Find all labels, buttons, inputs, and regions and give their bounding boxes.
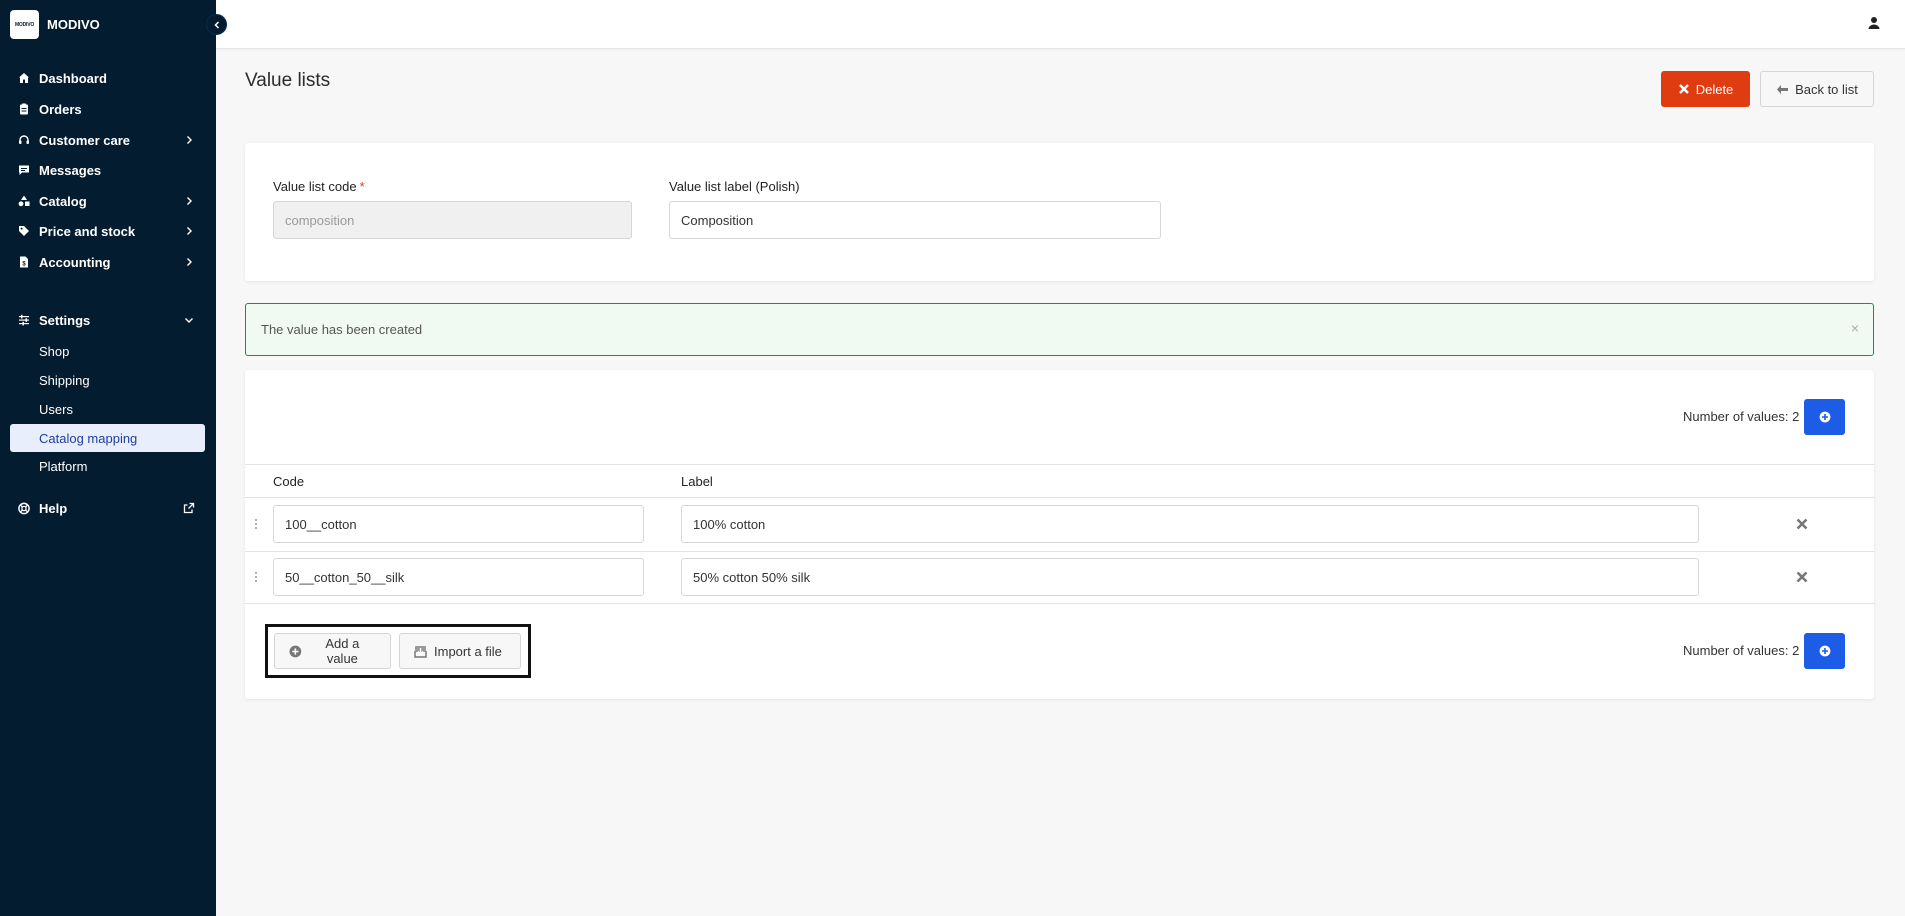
sidebar-subitem-shop[interactable]: Shop — [10, 337, 205, 365]
sidebar-item-label: Messages — [39, 162, 102, 178]
sidebar-item-label: Orders — [39, 101, 82, 117]
back-to-list-button[interactable]: Back to list — [1760, 71, 1874, 107]
sliders-icon — [18, 314, 30, 326]
home-icon — [18, 72, 30, 84]
close-icon — [1678, 84, 1689, 94]
value-label-input[interactable] — [681, 505, 1699, 543]
brand-logo: MODIVO — [10, 10, 39, 39]
value-list-code-input[interactable] — [273, 201, 632, 239]
sidebar-item-settings[interactable]: Settings — [10, 306, 205, 334]
add-value-button[interactable]: Add a value — [274, 633, 391, 669]
row-divider — [245, 551, 1874, 552]
sidebar-item-messages[interactable]: Messages — [10, 156, 205, 184]
add-value-icon-button-bottom[interactable] — [1804, 633, 1845, 669]
drag-handle-icon[interactable] — [253, 517, 259, 531]
chevron-right-icon — [183, 225, 195, 237]
invoice-icon: $ — [18, 256, 30, 268]
sidebar-item-label: Customer care — [39, 132, 131, 148]
brand-name: MODIVO — [47, 17, 100, 32]
chevron-down-icon — [183, 314, 195, 326]
tag-icon — [18, 225, 30, 237]
shapes-icon — [18, 195, 30, 207]
sidebar-item-price-and-stock[interactable]: Price and stock — [10, 217, 205, 245]
value-list-label-input[interactable] — [669, 201, 1161, 239]
column-header-code: Code — [273, 474, 305, 489]
sidebar-item-help[interactable]: Help — [10, 494, 205, 522]
remove-value-icon[interactable] — [1795, 570, 1809, 584]
delete-button-label: Delete — [1695, 81, 1734, 97]
sidebar-item-label: Dashboard — [39, 70, 107, 86]
column-header-label: Label — [681, 474, 713, 489]
alert-close-button[interactable]: × — [1851, 320, 1859, 336]
chevron-right-icon — [183, 256, 195, 268]
code-field-label-text: Value list code — [273, 179, 357, 194]
value-code-input[interactable] — [273, 558, 644, 596]
row-divider — [245, 603, 1874, 604]
brand[interactable]: MODIVO MODIVO — [10, 10, 100, 39]
sidebar-collapse-button[interactable] — [206, 14, 227, 35]
sidebar-item-accounting[interactable]: $ Accounting — [10, 248, 205, 276]
sidebar-item-orders[interactable]: Orders — [10, 95, 205, 123]
plus-circle-icon — [1819, 411, 1830, 423]
user-icon[interactable] — [1867, 16, 1881, 30]
sidebar-item-label: Catalog — [39, 193, 87, 209]
label-field-label: Value list label (Polish) — [669, 179, 800, 194]
sidebar-subitem-users[interactable]: Users — [10, 395, 205, 423]
alert-message: The value has been created — [261, 322, 423, 337]
values-count-bottom: Number of values: 2 — [1683, 643, 1800, 658]
chat-icon — [18, 164, 30, 176]
import-file-button[interactable]: Import a file — [399, 633, 521, 669]
sidebar-item-dashboard[interactable]: Dashboard — [10, 64, 205, 92]
sidebar-item-customer-care[interactable]: Customer care — [10, 126, 205, 154]
values-table-header: Code Label — [245, 464, 1874, 498]
success-alert: The value has been created × — [245, 303, 1874, 356]
add-value-icon-button-top[interactable] — [1804, 399, 1845, 435]
external-link-icon — [183, 502, 195, 514]
topbar — [216, 0, 1905, 49]
chevron-left-icon — [213, 20, 219, 29]
value-code-input[interactable] — [273, 505, 644, 543]
sidebar-item-label: Help — [39, 500, 68, 516]
plus-circle-icon — [1819, 645, 1830, 657]
clipboard-icon — [18, 103, 30, 115]
sidebar-subitem-catalog-mapping[interactable]: Catalog mapping — [10, 424, 205, 452]
delete-button[interactable]: Delete — [1661, 71, 1750, 107]
back-button-label: Back to list — [1795, 81, 1858, 97]
value-list-form-card: Value list code* Value list label (Polis… — [245, 143, 1874, 281]
value-label-input[interactable] — [681, 558, 1699, 596]
import-icon — [414, 645, 427, 658]
arrow-left-icon — [1777, 84, 1789, 94]
add-value-label: Add a value — [325, 636, 360, 666]
sidebar-item-label: Price and stock — [39, 223, 136, 239]
remove-value-icon[interactable] — [1795, 517, 1809, 531]
sidebar: MODIVO MODIVO Dashboard Orders Customer … — [0, 0, 216, 916]
code-field-label: Value list code * — [273, 179, 365, 194]
import-file-label: Import a file — [434, 643, 502, 659]
required-marker: * — [359, 179, 365, 194]
drag-handle-icon[interactable] — [253, 570, 259, 584]
page-title: Value lists — [245, 70, 331, 91]
headset-icon — [18, 134, 30, 146]
chevron-right-icon — [183, 195, 195, 207]
chevron-right-icon — [183, 134, 195, 146]
sidebar-subitem-platform[interactable]: Platform — [10, 452, 205, 480]
sidebar-item-label: Settings — [39, 312, 91, 328]
values-count-top: Number of values: 2 — [1683, 409, 1800, 424]
plus-circle-icon — [289, 645, 302, 657]
sidebar-item-catalog[interactable]: Catalog — [10, 187, 205, 215]
sidebar-item-label: Accounting — [39, 254, 111, 270]
lifebuoy-icon — [18, 502, 30, 514]
sidebar-subitem-shipping[interactable]: Shipping — [10, 366, 205, 394]
